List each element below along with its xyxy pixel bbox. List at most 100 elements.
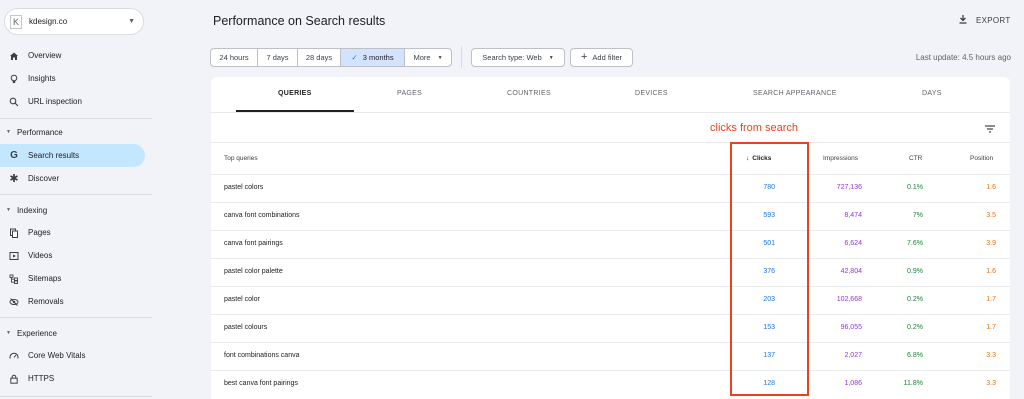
position-cell: 1.7	[986, 296, 996, 303]
column-header-ctr[interactable]: CTR	[909, 155, 922, 162]
range-label: 7 days	[266, 53, 289, 62]
query-cell[interactable]: pastel color	[224, 296, 260, 303]
nav-item-overview[interactable]: Overview	[0, 44, 145, 67]
caret-down-icon: ▼	[437, 54, 443, 61]
tab-queries[interactable]: QUERIES	[278, 90, 312, 97]
page-title: Performance on Search results	[213, 14, 386, 28]
property-selector[interactable]: K kdesign.co ▼	[4, 8, 144, 35]
tab-countries[interactable]: COUNTRIES	[507, 90, 551, 97]
nav-item-videos[interactable]: Videos	[0, 244, 145, 267]
nav-label: HTTPS	[28, 374, 55, 383]
position-cell: 3.9	[986, 240, 996, 247]
row-divider	[211, 202, 1010, 203]
impressions-cell: 96,055	[840, 324, 862, 331]
tab-days[interactable]: DAYS	[922, 90, 942, 97]
export-button[interactable]: EXPORT	[958, 14, 1011, 26]
row-divider	[211, 230, 1010, 231]
section-indexing[interactable]: ▼ Indexing	[0, 201, 145, 219]
nav-item-sitemaps[interactable]: Sitemaps	[0, 267, 145, 290]
sidebar-divider	[0, 317, 152, 318]
column-header-position[interactable]: Position	[970, 155, 993, 162]
nav-item-discover[interactable]: ✱ Discover	[0, 167, 145, 190]
lock-icon	[9, 374, 19, 384]
nav-item-https[interactable]: HTTPS	[0, 367, 145, 390]
row-divider	[211, 314, 1010, 315]
query-cell[interactable]: canva font combinations	[224, 212, 300, 219]
range-7-days-button[interactable]: 7 days	[257, 48, 298, 67]
filter-rows-icon[interactable]	[984, 121, 996, 139]
property-logo: K	[10, 14, 22, 29]
ctr-cell: 0.1%	[907, 184, 923, 191]
collapse-triangle-icon: ▼	[6, 330, 11, 336]
nav-label: Sitemaps	[28, 274, 62, 283]
collapse-triangle-icon: ▼	[6, 129, 11, 135]
position-cell: 1.7	[986, 324, 996, 331]
search-type-dropdown[interactable]: Search type: Web ▼	[471, 48, 565, 67]
sidebar-divider	[0, 396, 152, 397]
nav-item-removals[interactable]: Removals	[0, 290, 145, 313]
range-label: 24 hours	[219, 53, 249, 62]
section-label: Performance	[16, 127, 63, 137]
filter-divider	[461, 46, 462, 68]
more-ranges-dropdown[interactable]: More ▼	[404, 48, 452, 67]
tab-devices[interactable]: DEVICES	[635, 90, 668, 97]
add-filter-label: Add filter	[592, 53, 623, 62]
header-top-divider	[211, 142, 1010, 143]
impressions-cell: 42,804	[840, 268, 862, 275]
more-label: More	[413, 53, 431, 62]
range-24-hours-button[interactable]: 24 hours	[210, 48, 258, 67]
position-cell: 3.5	[986, 212, 996, 219]
download-icon	[958, 14, 968, 26]
tab-pages[interactable]: PAGES	[397, 90, 422, 97]
column-header-impressions[interactable]: Impressions	[823, 155, 858, 162]
section-performance[interactable]: ▼ Performance	[0, 123, 145, 141]
nav-label: Discover	[28, 174, 60, 183]
nav-item-pages[interactable]: Pages	[0, 221, 145, 244]
check-icon: ✓	[351, 53, 358, 62]
impressions-cell: 2,027	[844, 352, 862, 359]
export-label: EXPORT	[976, 15, 1011, 25]
annotation-text: clicks from search	[710, 122, 799, 134]
section-label: Experience	[16, 328, 57, 338]
ctr-cell: 0.2%	[907, 296, 923, 303]
nav-label: Removals	[28, 297, 64, 306]
results-card	[211, 77, 1010, 399]
row-divider	[211, 342, 1010, 343]
nav-item-core-web-vitals[interactable]: Core Web Vitals	[0, 344, 145, 367]
nav-label: URL inspection	[28, 97, 82, 106]
search-type-label: Search type: Web	[482, 53, 542, 62]
position-cell: 1.6	[986, 184, 996, 191]
query-cell[interactable]: best canva font pairings	[224, 380, 298, 387]
asterisk-icon: ✱	[9, 173, 19, 185]
range-3-months-button[interactable]: ✓ 3 months	[340, 48, 405, 67]
ctr-cell: 6.8%	[907, 352, 923, 359]
sidebar-divider	[0, 194, 152, 195]
query-cell[interactable]: font combinations canva	[224, 352, 300, 359]
impressions-cell: 1,086	[844, 380, 862, 387]
section-experience[interactable]: ▼ Experience	[0, 324, 145, 342]
nav-item-insights[interactable]: Insights	[0, 67, 145, 90]
position-cell: 1.6	[986, 268, 996, 275]
add-filter-button[interactable]: + Add filter	[570, 48, 633, 67]
ctr-cell: 0.9%	[907, 268, 923, 275]
nav-label: Pages	[28, 228, 51, 237]
column-header-query[interactable]: Top queries	[224, 155, 258, 162]
position-cell: 3.3	[986, 380, 996, 387]
nav-item-url-inspection[interactable]: URL inspection	[0, 90, 145, 113]
nav-item-search-results[interactable]: G Search results	[0, 144, 145, 167]
last-update-text: Last update: 4.5 hours ago	[915, 53, 1011, 62]
range-label: 3 months	[362, 53, 394, 62]
tab-search-appearance[interactable]: SEARCH APPEARANCE	[753, 90, 837, 97]
nav-label: Insights	[28, 74, 56, 83]
collapse-triangle-icon: ▼	[6, 207, 11, 213]
section-label: Indexing	[16, 205, 48, 215]
query-cell[interactable]: pastel colors	[224, 184, 263, 191]
query-cell[interactable]: pastel color palette	[224, 268, 283, 275]
position-cell: 3.3	[986, 352, 996, 359]
query-cell[interactable]: pastel colours	[224, 324, 267, 331]
ctr-cell: 7.6%	[907, 240, 923, 247]
nav-label: Videos	[28, 251, 53, 260]
query-cell[interactable]: canva font pairings	[224, 240, 283, 247]
annotation-highlight-box	[730, 142, 809, 396]
range-28-days-button[interactable]: 28 days	[297, 48, 341, 67]
